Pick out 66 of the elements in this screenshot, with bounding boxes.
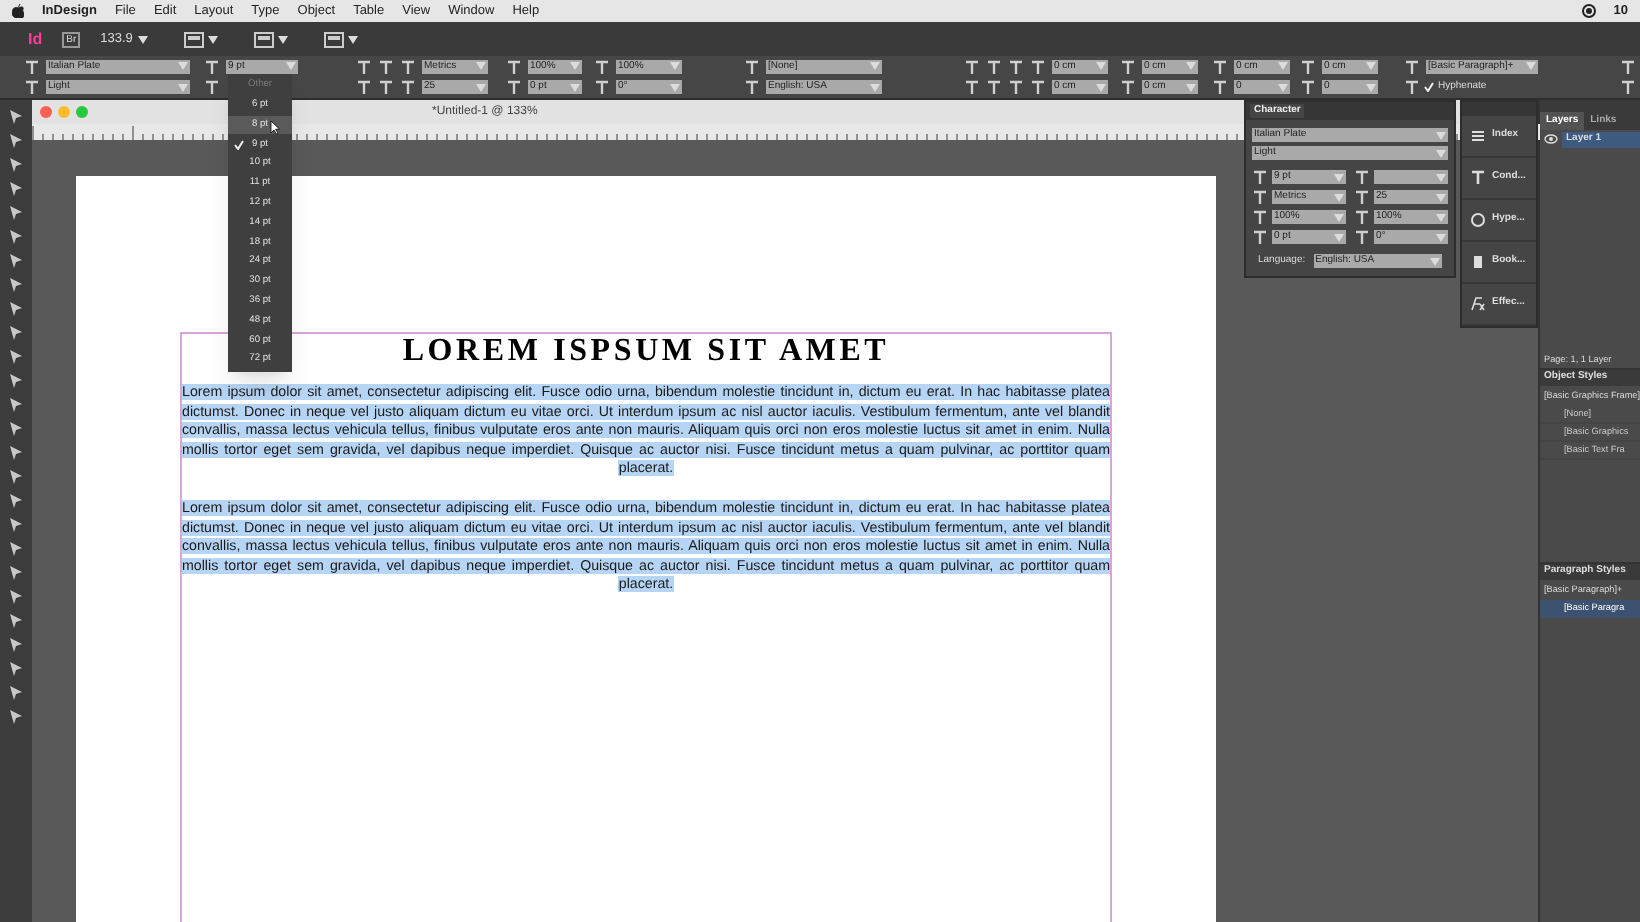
type-icon[interactable] [400, 80, 416, 95]
type-icon[interactable] [1252, 190, 1268, 204]
type-icon[interactable] [986, 59, 1002, 74]
type-icon[interactable] [1008, 59, 1024, 74]
type-icon[interactable] [1354, 230, 1370, 244]
check-icon [1424, 82, 1434, 93]
type-icon[interactable] [964, 59, 980, 74]
panel-icon [1470, 296, 1486, 312]
type-icon[interactable] [594, 59, 610, 74]
type-icon[interactable] [378, 59, 394, 74]
cursor-icon [270, 119, 280, 134]
caret-icon[interactable] [138, 35, 149, 43]
heading: LOREM ISPSUM SIT AMET [402, 334, 890, 370]
record-icon[interactable] [1581, 4, 1596, 18]
type-icon[interactable] [1354, 170, 1370, 184]
caret-icon[interactable] [278, 35, 289, 43]
type-icon[interactable] [1212, 80, 1228, 95]
layout-icon [324, 31, 345, 47]
panel-icon [1470, 170, 1486, 186]
type-icon[interactable] [1120, 59, 1136, 74]
type-icon[interactable] [24, 80, 40, 95]
check-icon [234, 139, 244, 150]
type-icon[interactable] [204, 80, 220, 95]
type-icon[interactable] [1300, 59, 1316, 74]
type-icon[interactable] [594, 80, 610, 95]
type-icon[interactable] [1030, 59, 1046, 74]
type-icon[interactable] [1354, 190, 1370, 204]
type-icon[interactable] [1212, 59, 1228, 74]
type-icon[interactable] [1404, 59, 1420, 74]
type-icon[interactable] [1620, 59, 1636, 74]
type-icon[interactable] [1252, 210, 1268, 224]
type-icon[interactable] [1300, 80, 1316, 95]
type-icon[interactable] [964, 80, 980, 95]
panel-field[interactable] [1374, 170, 1448, 184]
layout-icon [184, 31, 205, 47]
type-icon[interactable] [204, 59, 220, 74]
panel-icon [1470, 212, 1486, 228]
type-icon[interactable] [986, 80, 1002, 95]
type-icon[interactable] [744, 59, 760, 74]
caret-icon[interactable] [348, 35, 359, 43]
type-icon[interactable] [506, 80, 522, 95]
view-options-button[interactable] [254, 31, 289, 47]
type-icon[interactable] [1030, 80, 1046, 95]
type-icon[interactable] [744, 80, 760, 95]
view-options-button[interactable] [184, 31, 219, 47]
type-icon[interactable] [1252, 230, 1268, 244]
type-icon[interactable] [356, 59, 372, 74]
type-icon[interactable] [378, 80, 394, 95]
app-logo: Id [28, 27, 43, 51]
type-icon[interactable] [1120, 80, 1136, 95]
layout-icon [254, 31, 275, 47]
type-icon[interactable] [24, 59, 40, 74]
type-icon[interactable] [1354, 210, 1370, 224]
view-options-button[interactable] [324, 31, 359, 47]
type-icon[interactable] [1404, 80, 1420, 95]
type-icon[interactable] [400, 59, 416, 74]
type-icon[interactable] [1008, 80, 1024, 95]
type-icon[interactable] [1252, 170, 1268, 184]
panel-icon [1470, 128, 1486, 144]
type-icon[interactable] [1620, 80, 1636, 95]
type-icon[interactable] [506, 59, 522, 74]
caret-icon[interactable] [208, 35, 219, 43]
apple-logo-icon[interactable] [12, 4, 24, 18]
panel-icon [1470, 254, 1486, 270]
eye-icon[interactable] [1544, 134, 1558, 144]
type-icon[interactable] [356, 80, 372, 95]
